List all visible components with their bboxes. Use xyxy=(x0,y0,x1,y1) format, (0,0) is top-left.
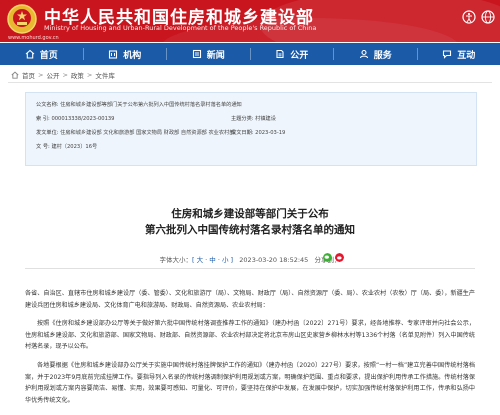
location-home-icon xyxy=(11,71,19,79)
nav-label: 服务 xyxy=(373,50,392,61)
nav-label: 机构 xyxy=(123,50,142,61)
breadcrumb-separator: > xyxy=(86,71,93,79)
nav-item-service[interactable]: 服务 xyxy=(334,43,417,65)
meta-key: 索 引: xyxy=(36,116,50,122)
accessibility-icon[interactable] xyxy=(462,10,476,24)
meta-date: 成文日期: 2023-03-19 xyxy=(231,129,285,136)
breadcrumb-separator: > xyxy=(38,71,44,79)
breadcrumb-divider xyxy=(8,82,492,83)
publish-date: 2023-03-20 18:52:45 xyxy=(239,256,309,264)
breadcrumb-disclosure[interactable]: 公开 xyxy=(46,70,59,80)
meta-key: 文 号: xyxy=(36,144,50,150)
document-info-box: 公文名称: 住房和城乡建设部等部门关于公布第六批列入中国传统村落名录村落名单的通… xyxy=(25,92,477,166)
meta-index: 索 引: 000013338/2023-00139 xyxy=(36,115,114,122)
nav-item-home[interactable]: 首页 xyxy=(0,43,83,65)
font-size-label: 字体大小： xyxy=(159,256,192,264)
national-emblem-icon xyxy=(7,4,37,34)
main-nav: 首页 机构 新闻 公开 服务 互动 xyxy=(0,43,500,65)
meta-doc-name: 公文名称: 住房和城乡建设部等部门关于公布第六批列入中国传统村落名录村落名单的通… xyxy=(36,101,242,108)
breadcrumb-separator: > xyxy=(62,71,68,79)
weibo-share-icon[interactable] xyxy=(335,253,344,262)
meta-doc-no: 文 号: 建村〔2023〕16号 xyxy=(36,143,97,150)
service-icon xyxy=(359,49,368,59)
interaction-icon xyxy=(443,50,452,59)
meta-value: 000013338/2023-00139 xyxy=(51,116,115,122)
article-title-line1: 住房和城乡建设部等部门关于公布 xyxy=(171,208,329,220)
article-paragraph: 各地要根据《住房和城乡建设部办公厅关于实施中国传统村落挂牌保护工作的通知》（建办… xyxy=(25,362,475,404)
meta-issuer: 发文单位: 住房和城乡建设部 文化和旅游部 国家文物局 财政部 自然资源部 农业… xyxy=(36,129,234,136)
nav-label: 首页 xyxy=(39,50,58,61)
home-icon xyxy=(25,49,35,59)
meta-value: 2023-03-19 xyxy=(255,130,286,136)
article-title-line2: 第六批列入中国传统村落名录村落名单的通知 xyxy=(145,224,355,236)
nav-item-interaction[interactable]: 互动 xyxy=(418,43,500,65)
disclosure-icon xyxy=(276,49,284,59)
org-icon xyxy=(109,50,118,59)
site-subtitle: Ministry of Housing and Urban-Rural Deve… xyxy=(44,24,317,32)
breadcrumb: 首页 > 公开 > 政策 > 文件库 xyxy=(11,70,115,80)
meta-key: 发文单位: xyxy=(36,130,59,136)
breadcrumb-library[interactable]: 文件库 xyxy=(95,70,115,80)
site-header: 中华人民共和国住房和城乡建设部 Ministry of Housing and … xyxy=(0,0,500,42)
meta-key: 成文日期: xyxy=(231,130,254,136)
meta-key: 主题分类: xyxy=(231,116,254,122)
article-paragraph: 各省、自治区、直辖市住房和城乡建设厅（委、管委）、文化和旅游厅（局）、文物局、财… xyxy=(25,290,475,309)
meta-value: 建村〔2023〕16号 xyxy=(51,144,98,150)
meta-category: 主题分类: 村镇建设 xyxy=(231,115,276,122)
news-icon xyxy=(192,49,201,59)
language-icon[interactable] xyxy=(481,10,495,24)
nav-label: 新闻 xyxy=(206,50,225,61)
meta-key: 公文名称: xyxy=(36,102,59,108)
nav-item-org[interactable]: 机构 xyxy=(84,43,167,65)
article-meta-line: 字体大小：[ 大 · 中 · 小 ] 2023-03-20 18:52:45 分… xyxy=(150,254,350,264)
meta-value: 住房和城乡建设部等部门关于公布第六批列入中国传统村落名录村落名单的通知 xyxy=(60,102,242,108)
meta-value: 住房和城乡建设部 文化和旅游部 国家文物局 财政部 自然资源部 农业农村部 xyxy=(60,130,235,136)
article-paragraph: 按照《住房和城乡建设部办公厅等关于做好第六批中国传统村落调查推荐工作的通知》（建… xyxy=(25,320,475,350)
article-divider xyxy=(25,268,475,269)
wechat-share-icon[interactable] xyxy=(323,253,332,262)
nav-label: 公开 xyxy=(290,50,309,61)
nav-item-disclosure[interactable]: 公开 xyxy=(251,43,334,65)
nav-item-news[interactable]: 新闻 xyxy=(167,43,250,65)
nav-label: 互动 xyxy=(457,50,476,61)
breadcrumb-home[interactable]: 首页 xyxy=(22,70,35,80)
site-url: www.mohurd.gov.cn xyxy=(8,35,59,41)
font-size-options[interactable]: [ 大 · 中 · 小 ] xyxy=(192,256,233,264)
meta-value: 村镇建设 xyxy=(255,116,276,122)
breadcrumb-policy[interactable]: 政策 xyxy=(71,70,84,80)
